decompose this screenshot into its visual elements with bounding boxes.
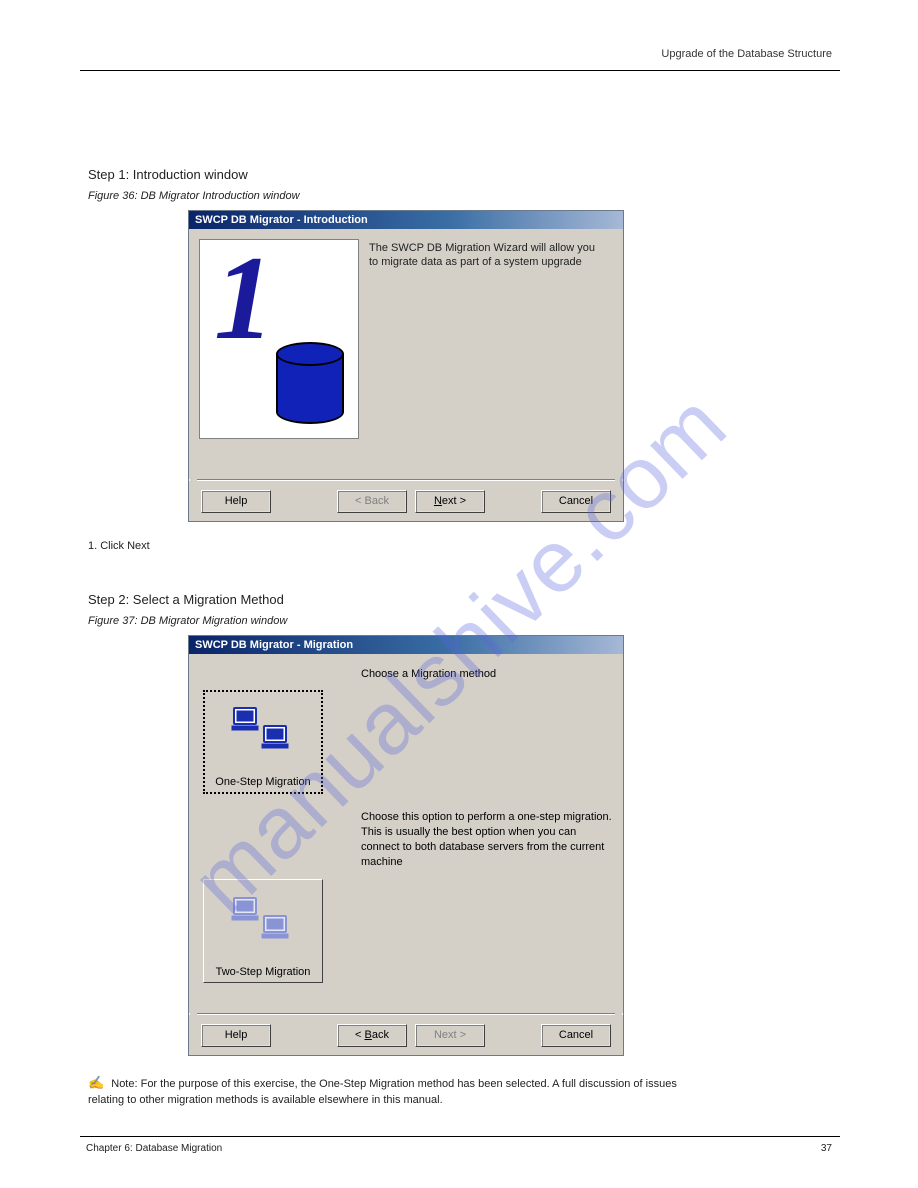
page-header-right: Upgrade of the Database Structure xyxy=(661,48,832,60)
dialog2-title: SWCP DB Migrator - Migration xyxy=(195,639,353,651)
dialog1-body-text: The SWCP DB Migration Wizard will allow … xyxy=(369,239,603,270)
two-step-migration-option[interactable]: Two-Step Migration xyxy=(203,879,323,983)
cancel-button[interactable]: Cancel xyxy=(541,1024,611,1047)
database-cylinder-icon xyxy=(276,342,344,430)
figure-37-caption: Figure 37: DB Migrator Migration window xyxy=(88,615,838,627)
migration-prompt: Choose a Migration method xyxy=(361,668,611,680)
dialog1-titlebar: SWCP DB Migrator - Introduction xyxy=(189,211,623,229)
footer-left: Chapter 6: Database Migration xyxy=(86,1143,222,1154)
two-computers-icon xyxy=(228,704,298,758)
dialog-migration: SWCP DB Migrator - Migration Choose a Mi… xyxy=(188,635,624,1056)
dialog2-titlebar: SWCP DB Migrator - Migration xyxy=(189,636,623,654)
intro-graphic: 1 xyxy=(199,239,359,439)
one-step-migration-option[interactable]: One-Step Migration xyxy=(203,690,323,794)
migration-description: Choose this option to perform a one-step… xyxy=(361,810,617,869)
number-one-graphic: 1 xyxy=(214,250,274,346)
section-2-title: Step 2: Select a Migration Method xyxy=(88,592,838,607)
one-step-label: One-Step Migration xyxy=(205,776,321,788)
section-1-title: Step 1: Introduction window xyxy=(88,167,838,182)
help-button[interactable]: Help xyxy=(201,490,271,513)
figure-36-caption: Figure 36: DB Migrator Introduction wind… xyxy=(88,190,838,202)
next-button[interactable]: Next > xyxy=(415,1024,485,1047)
two-step-label: Two-Step Migration xyxy=(204,966,322,978)
note-icon: ✍ xyxy=(88,1075,104,1090)
footer-rule xyxy=(80,1136,840,1137)
two-computers-faded-icon xyxy=(228,894,298,948)
dialog-introduction: SWCP DB Migrator - Introduction 1 The SW… xyxy=(188,210,624,522)
step1-instruction: 1. Click Next xyxy=(88,540,838,552)
back-button[interactable]: < Back xyxy=(337,1024,407,1047)
cancel-button[interactable]: Cancel xyxy=(541,490,611,513)
note-paragraph: ✍ Note: For the purpose of this exercise… xyxy=(88,1074,708,1109)
help-button[interactable]: Help xyxy=(201,1024,271,1047)
note-text: Note: For the purpose of this exercise, … xyxy=(88,1078,677,1106)
footer-page-number: 37 xyxy=(821,1143,832,1154)
back-button[interactable]: < Back xyxy=(337,490,407,513)
dialog1-title: SWCP DB Migrator - Introduction xyxy=(195,214,368,226)
next-button[interactable]: Next > xyxy=(415,490,485,513)
